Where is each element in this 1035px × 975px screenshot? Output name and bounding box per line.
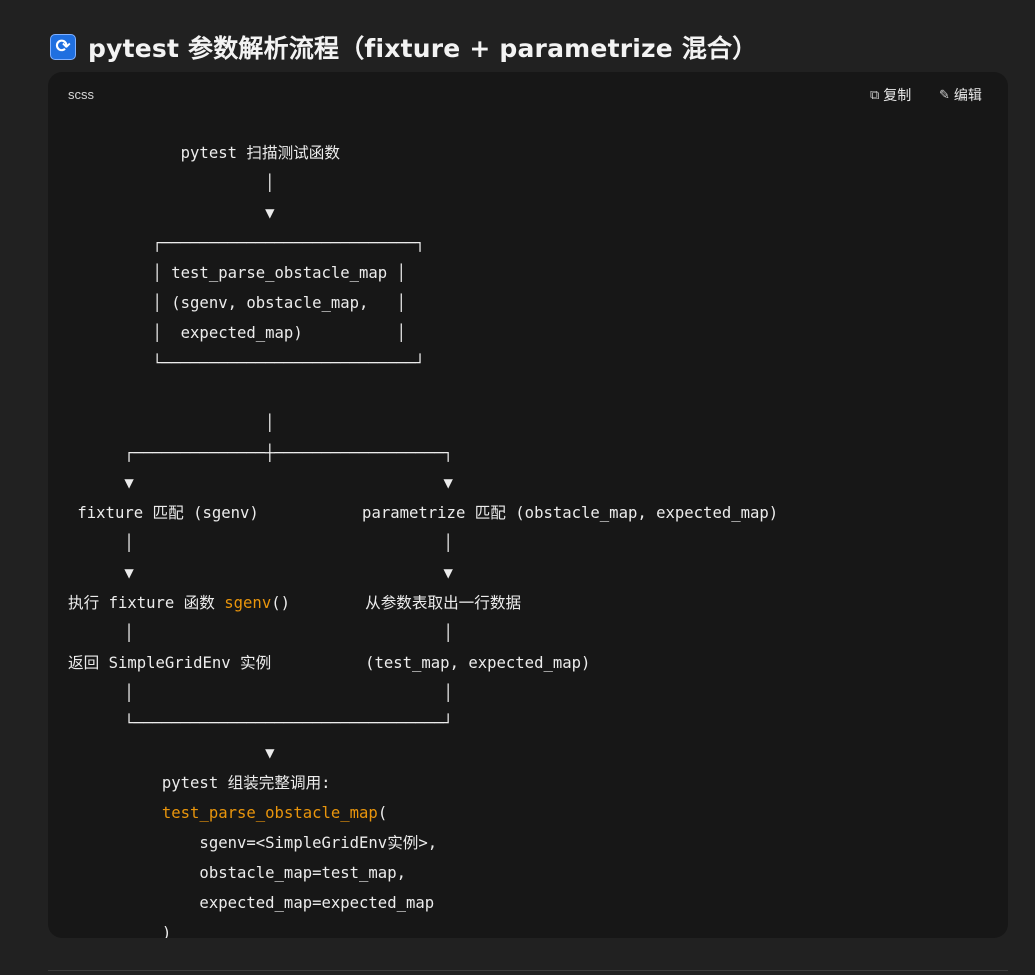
- code-line: expected_map=expected_map: [68, 894, 435, 912]
- copy-button-label: 复制: [883, 88, 912, 104]
- code-line: │ │: [68, 534, 453, 552]
- section-heading: ⟳ pytest 参数解析流程（fixture + parametrize 混合…: [50, 28, 757, 66]
- edit-button-label: 编辑: [953, 88, 982, 104]
- code-line: obstacle_map=test_map,: [68, 864, 406, 882]
- code-function-name: sgenv: [224, 594, 272, 612]
- code-content: pytest 扫描测试函数 │ ▼ ┌─────────────────────…: [68, 138, 778, 938]
- code-line: ): [68, 924, 172, 938]
- code-line: () 从参数表取出一行数据: [271, 594, 522, 612]
- code-block: scss ⧉ 复制 ✎ 编辑 pytest 扫描测试函数 │ ▼ ┌──────…: [48, 72, 1008, 938]
- code-line: ▼ ▼: [68, 474, 453, 492]
- code-line: └─────────────────────────────────┘: [68, 714, 453, 732]
- code-line: │ expected_map) │: [68, 324, 406, 342]
- code-line: 执行 fixture 函数: [68, 594, 225, 612]
- code-line: ┌──────────────┼──────────────────┐: [68, 444, 453, 462]
- code-line: │: [68, 174, 275, 192]
- code-line: ▼ ▼: [68, 564, 453, 582]
- code-line: ▼: [68, 204, 275, 222]
- heading-title: pytest 参数解析流程（fixture + parametrize 混合）: [88, 34, 758, 63]
- code-function-name: test_parse_obstacle_map: [161, 804, 378, 822]
- copy-icon: ⧉: [870, 87, 880, 103]
- code-line: pytest 扫描测试函数: [68, 144, 340, 162]
- code-line: │: [68, 414, 275, 432]
- refresh-icon: ⟳: [50, 34, 76, 60]
- code-line: │ │: [68, 684, 453, 702]
- code-line: ┌───────────────────────────┐: [68, 234, 425, 252]
- code-line: 返回 SimpleGridEnv 实例 (test_map, expected_…: [68, 654, 591, 672]
- edit-button[interactable]: ✎ 编辑: [939, 85, 982, 105]
- code-block-header: scss ⧉ 复制 ✎ 编辑: [48, 72, 1008, 118]
- copy-button[interactable]: ⧉ 复制: [870, 85, 911, 105]
- code-line: ▼: [68, 744, 275, 762]
- code-line: fixture 匹配 (sgenv) parametrize 匹配 (obsta…: [68, 504, 779, 522]
- code-line: │ │: [68, 624, 453, 642]
- code-line: │ (sgenv, obstacle_map, │: [68, 294, 406, 312]
- code-line: (: [377, 804, 388, 822]
- edit-pencil-icon: ✎: [939, 87, 950, 103]
- divider: [48, 970, 1008, 971]
- code-language-label: scss: [68, 87, 94, 102]
- code-line: sgenv=<SimpleGridEnv实例>,: [68, 834, 438, 852]
- code-line: │ test_parse_obstacle_map │: [68, 264, 406, 282]
- code-line: pytest 组装完整调用:: [68, 774, 331, 792]
- code-line: └───────────────────────────┘: [68, 354, 425, 372]
